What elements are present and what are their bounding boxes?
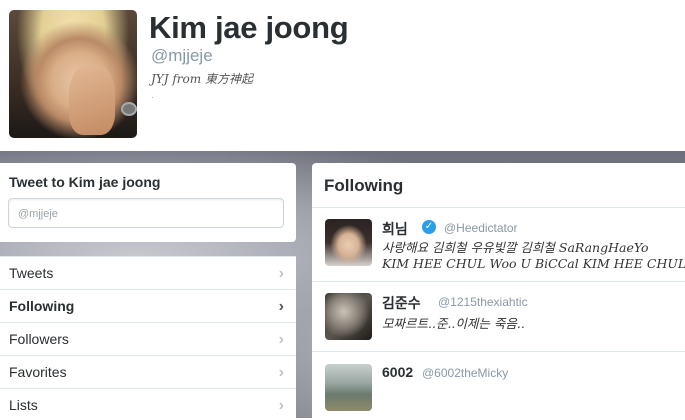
profile-extra: . [151,90,154,101]
user-bio: 사랑해요 김희철 우유빛깔 김희철 SaRangHaeYo [382,240,649,255]
following-title: Following [324,176,404,195]
profile-bio: JYJ from 東方神起 [151,72,253,86]
profile-handle: @mjjeje [151,46,213,65]
chevron-right-icon: › [278,265,284,282]
user-handle[interactable]: @1215thexiahtic [438,295,528,309]
nav-item-followers[interactable]: Followers › [0,322,296,354]
user-handle[interactable]: @Heedictator [444,221,518,235]
divider [312,351,685,352]
nav-item-favorites[interactable]: Favorites › [0,355,296,387]
user-name[interactable]: 희님 [382,219,408,239]
divider [312,281,685,282]
chevron-right-icon: › [278,397,284,414]
nav-item-label: Following [9,298,75,314]
avatar[interactable] [325,293,372,340]
user-name[interactable]: 6002 [382,364,413,380]
verified-badge-icon: ✓ [422,220,436,234]
tweet-to-title: Tweet to Kim jae joong [9,174,161,190]
nav-item-label: Tweets [9,265,54,281]
tweet-to-input[interactable]: @mjjeje [8,198,284,228]
nav-item-following[interactable]: Following › [0,289,296,321]
nav-item-label: Favorites [9,364,67,380]
divider [312,207,685,208]
nav-item-tweets[interactable]: Tweets › [0,256,296,288]
avatar[interactable] [325,219,372,266]
profile-header: Kim jae joong @mjjeje JYJ from 東方神起 . [0,0,685,151]
profile-avatar[interactable] [9,10,137,138]
chevron-right-icon: › [278,364,284,381]
user-handle[interactable]: @6002theMicky [422,366,508,380]
nav-item-lists[interactable]: Lists › [0,388,296,420]
profile-name: Kim jae joong [149,10,349,45]
chevron-right-icon: › [278,298,284,315]
nav-item-label: Followers [9,331,69,347]
user-bio: KIM HEE CHUL Woo U BiCCal KIM HEE CHUL [382,256,685,271]
profile-nav: Tweets › Following › Followers › Favorit… [0,256,296,418]
chevron-right-icon: › [278,331,284,348]
user-bio: 모짜르트..준..이제는 죽음.. [382,316,525,331]
nav-item-label: Lists [9,397,38,413]
user-name[interactable]: 김준수 [382,293,421,313]
avatar[interactable] [325,364,372,411]
